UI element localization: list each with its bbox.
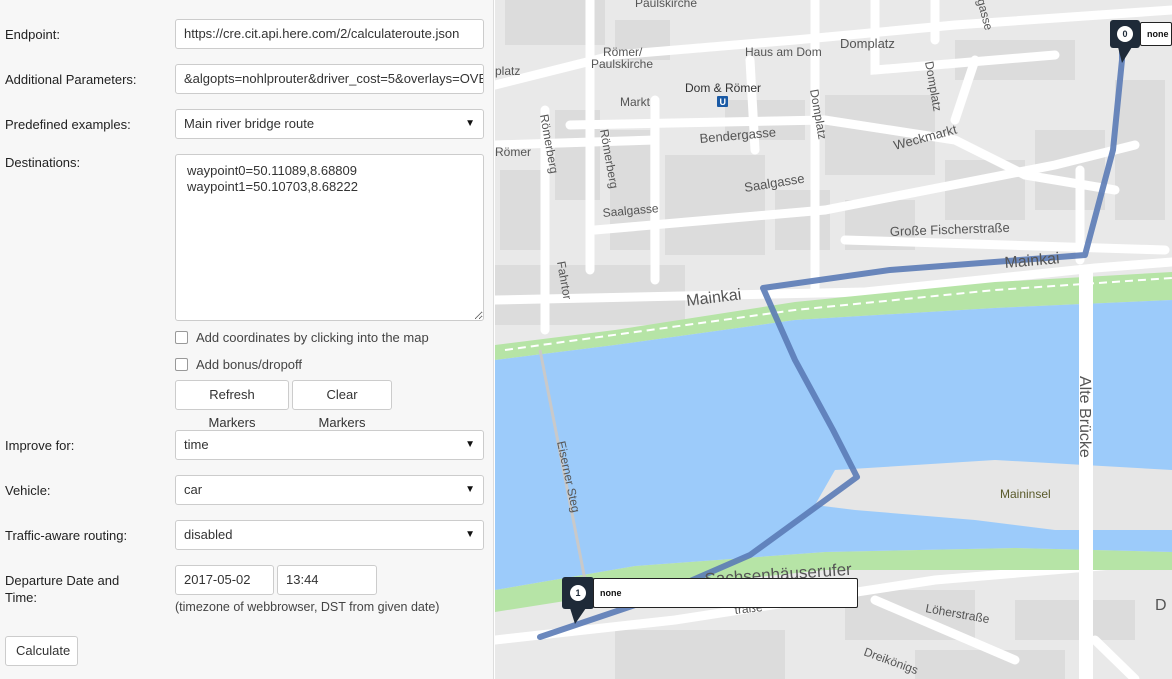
departure-label-line1: Departure Date and [5,573,120,588]
params-input[interactable]: &algopts=nohlprouter&driver_cost=5&overl… [175,64,484,94]
routing-form: Endpoint: https://cre.cit.api.here.com/2… [0,0,494,679]
traffic-select[interactable]: disabled ▼ [175,520,484,550]
caret-down-icon: ▼ [465,484,475,495]
marker-number: 0 [1117,26,1133,42]
caret-down-icon: ▼ [465,118,475,129]
checkbox-box[interactable] [175,330,188,344]
route-map[interactable]: Paulskirche Römer/ Paulskirche Haus am D… [495,0,1172,679]
add-bonus-checkbox[interactable]: Add bonus/dropoff [175,356,302,372]
predefined-select[interactable]: Main river bridge route ▼ [175,109,484,139]
vehicle-value: car [184,482,203,497]
map-label-platz: platz [495,64,520,78]
refresh-markers-button[interactable]: Refresh Markers [175,380,289,430]
destinations-textarea[interactable]: waypoint0=50.11089,8.68809 waypoint1=50.… [175,154,484,321]
vehicle-label: Vehicle: [5,483,51,498]
params-label: Additional Parameters: [5,72,137,87]
subway-icon-glyph: U [720,97,727,107]
departure-time-input[interactable]: 13:44 [277,565,377,595]
endpoint-label: Endpoint: [5,27,60,42]
traffic-value: disabled [184,527,233,542]
map-label-haus-am-dom: Haus am Dom [745,45,822,59]
waypoint-marker-0[interactable]: 0 none [1110,20,1172,65]
map-label-paulskirche: Paulskirche [635,0,697,10]
calculate-button[interactable]: Calculate [5,636,78,666]
add-bonus-label: Add bonus/dropoff [196,356,303,372]
map-label-roemer: Römer [495,145,531,159]
improve-select[interactable]: time ▼ [175,430,484,460]
map-label-markt: Markt [620,95,651,109]
map-label-maininsel: Maininsel [1000,487,1051,501]
caret-down-icon: ▼ [465,439,475,450]
waypoint-marker-1[interactable]: 1 none [562,577,859,625]
improve-label: Improve for: [5,438,75,453]
map-label-domplatz: Domplatz [840,36,895,51]
vehicle-select[interactable]: car ▼ [175,475,484,505]
caret-down-icon: ▼ [465,529,475,540]
departure-label-line2: Time: [5,590,38,605]
map-label-d: D [1155,597,1167,614]
marker-tag: none [1140,22,1172,46]
marker-pointer [1118,47,1132,63]
predefined-value: Main river bridge route [184,116,315,131]
marker-pointer [570,608,586,624]
departure-date-input[interactable]: 2017-05-02 [175,565,274,595]
improve-value: time [184,437,209,452]
add-coords-checkbox[interactable]: Add coordinates by clicking into the map [175,329,429,345]
map-label-roemer-paulskirche-2: Paulskirche [591,57,653,71]
destinations-label: Destinations: [5,155,81,170]
map-label-dom-roemer: Dom & Römer [685,81,761,95]
alte-bruecke-bridge [1079,265,1093,679]
timezone-note: (timezone of webbrowser, DST from given … [175,600,440,614]
map-label-alte-bruecke: Alte Brücke [1076,376,1093,458]
endpoint-input[interactable]: https://cre.cit.api.here.com/2/calculate… [175,19,484,49]
marker-tag: none [593,578,858,608]
add-coords-label: Add coordinates by clicking into the map [196,329,429,345]
checkbox-box[interactable] [175,357,188,371]
marker-number: 1 [570,585,586,601]
predefined-label: Predefined examples: [5,117,131,132]
traffic-label: Traffic-aware routing: [5,528,128,543]
clear-markers-button[interactable]: Clear Markers [292,380,392,430]
